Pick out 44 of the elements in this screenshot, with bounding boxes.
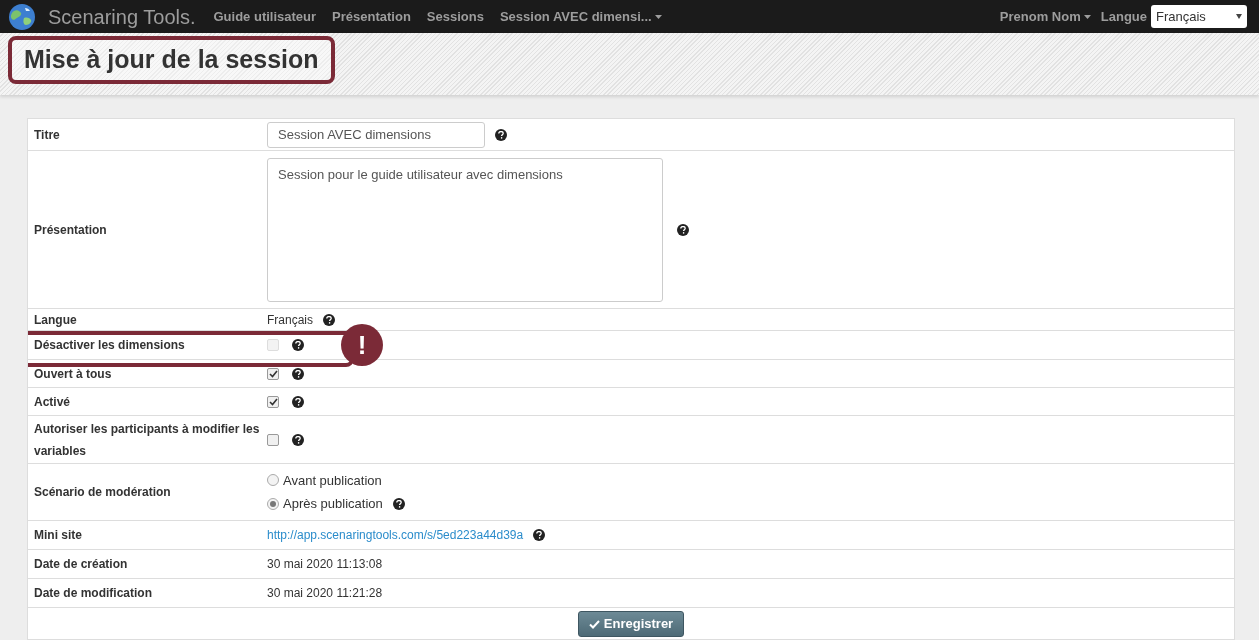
help-icon[interactable] (292, 395, 304, 408)
radio-option[interactable]: Après publication (267, 494, 383, 514)
field-label: Autoriser les participants à modifier les variables (33, 420, 261, 460)
nav-link[interactable]: Session AVEC dimensi... (499, 6, 662, 27)
title-field[interactable]: Session AVEC dimensions (267, 121, 485, 148)
check-icon (588, 619, 600, 629)
field-label: Activé (33, 393, 72, 411)
help-icon[interactable] (292, 433, 304, 446)
field-label: Scénario de modération (33, 484, 172, 501)
field-label: Titre (33, 126, 61, 144)
field-value: 30 mai 2020 11:13:08 (267, 556, 383, 573)
field-label: Date de modification (33, 585, 153, 602)
help-icon[interactable] (677, 223, 689, 236)
help-icon[interactable] (292, 367, 304, 380)
field-value: 30 mai 2020 11:21:28 (267, 585, 383, 602)
caret-icon (1236, 14, 1242, 19)
nav-link[interactable]: Guide utilisateur (213, 6, 317, 27)
globe-icon (8, 2, 36, 31)
checkbox[interactable] (267, 433, 279, 446)
checkbox[interactable] (267, 367, 279, 380)
language-select[interactable]: Français (1151, 5, 1247, 28)
help-icon[interactable] (392, 497, 405, 510)
radio-option[interactable]: Avant publication (267, 470, 382, 490)
save-button[interactable]: Enregistrer (577, 611, 685, 637)
brand-name[interactable]: Scenaring Tools. (48, 1, 196, 32)
help-icon[interactable] (323, 313, 335, 326)
warning-badge: ! (341, 324, 383, 366)
field-label: Mini site (33, 527, 83, 544)
field-label: Désactiver les dimensions (33, 337, 186, 354)
nav-link[interactable]: Sessions (426, 6, 484, 27)
description-field[interactable]: Session pour le guide utilisateur avec dimensions (267, 157, 663, 302)
field-label: Langue (33, 311, 78, 329)
field-label: Date de création (33, 556, 129, 573)
field-label: Ouvert à tous (33, 365, 113, 383)
language-label: Langue (1100, 7, 1147, 26)
page-title: Mise à jour de la session (8, 36, 335, 84)
user-menu[interactable]: Prenom Nom (999, 6, 1091, 27)
nav-link[interactable]: Présentation (332, 6, 411, 27)
checkbox[interactable] (267, 395, 279, 408)
mini-site-link[interactable]: http://app.scenaringtools.com/s/5ed223a44d39a (267, 526, 524, 544)
field-label: Présentation (33, 221, 108, 239)
field-value: Français (267, 311, 313, 329)
help-icon[interactable] (533, 529, 546, 541)
help-icon[interactable] (495, 128, 507, 141)
